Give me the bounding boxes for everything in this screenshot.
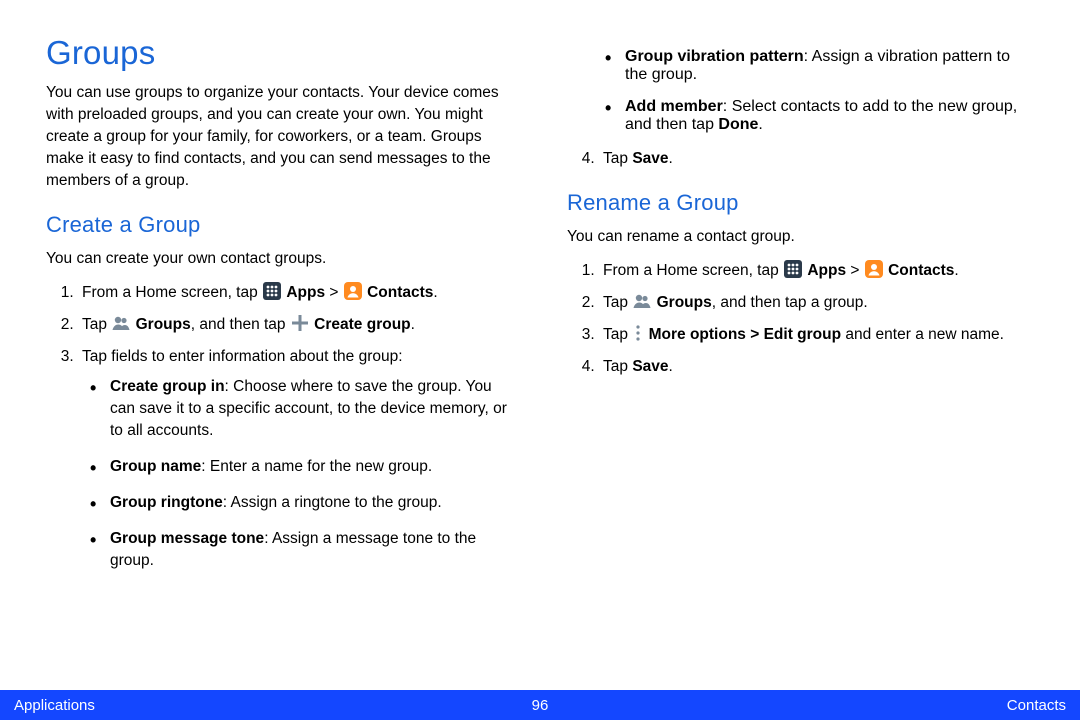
label: Group name — [110, 458, 201, 475]
save-label: Save — [632, 358, 668, 375]
create-bullets-continued: Group vibration pattern: Assign a vibrat… — [567, 48, 1034, 134]
text: Tap — [82, 316, 111, 333]
apps-icon — [784, 260, 802, 278]
groups-label: Groups — [657, 294, 712, 311]
apps-icon — [263, 282, 281, 300]
apps-label: Apps — [286, 284, 325, 301]
create-group-sub: You can create your own contact groups. — [46, 248, 513, 270]
text: Tap — [603, 326, 632, 343]
footer-right: Contacts — [1007, 697, 1066, 714]
groups-icon — [112, 314, 130, 332]
label: Group message tone — [110, 530, 264, 547]
footer-left: Applications — [14, 697, 95, 714]
rename-step-4: Tap Save. — [599, 356, 1034, 378]
contacts-icon — [344, 282, 362, 300]
right-column: Group vibration pattern: Assign a vibrat… — [567, 34, 1034, 586]
bullet-add-member: Add member: Select contacts to add to th… — [625, 98, 1034, 134]
create-group-label: Create group — [314, 316, 410, 333]
create-step-1: From a Home screen, tap Apps > Contacts. — [78, 282, 513, 304]
bullet-group-vibration: Group vibration pattern: Assign a vibrat… — [625, 48, 1034, 84]
rename-step-1: From a Home screen, tap Apps > Contacts. — [599, 260, 1034, 282]
text: Tap — [603, 150, 632, 167]
text: Tap fields to enter information about th… — [82, 348, 403, 365]
text: From a Home screen, tap — [82, 284, 262, 301]
create-group-heading: Create a Group — [46, 212, 513, 238]
text: . — [411, 316, 415, 333]
create-step-3: Tap fields to enter information about th… — [78, 346, 513, 572]
text: , and then tap — [191, 316, 290, 333]
text: Tap — [603, 358, 632, 375]
rename-step-2: Tap Groups, and then tap a group. — [599, 292, 1034, 314]
bullet-group-message-tone: Group message tone: Assign a message ton… — [110, 528, 513, 572]
bullet-group-ringtone: Group ringtone: Assign a ringtone to the… — [110, 492, 513, 514]
bullet-group-name: Group name: Enter a name for the new gro… — [110, 456, 513, 478]
footer-page-number: 96 — [532, 697, 549, 714]
text: . — [669, 150, 673, 167]
label: Create group in — [110, 378, 225, 395]
text: . — [758, 116, 762, 133]
apps-label: Apps — [807, 262, 846, 279]
intro-paragraph: You can use groups to organize your cont… — [46, 82, 513, 192]
rename-group-heading: Rename a Group — [567, 190, 1034, 216]
label: Group ringtone — [110, 494, 223, 511]
create-steps: From a Home screen, tap Apps > Contacts.… — [46, 282, 513, 572]
groups-icon — [633, 292, 651, 310]
rename-steps: From a Home screen, tap Apps > Contacts.… — [567, 260, 1034, 378]
text: : Assign a ringtone to the group. — [223, 494, 442, 511]
text: > — [325, 284, 343, 301]
label: Group vibration pattern — [625, 48, 804, 65]
text: and enter a new name. — [841, 326, 1004, 343]
create-step-4: Tap Save. — [599, 148, 1034, 170]
text: From a Home screen, tap — [603, 262, 783, 279]
footer-bar: Applications 96 Contacts — [0, 690, 1080, 720]
text: . — [433, 284, 437, 301]
create-step-2: Tap Groups, and then tap Create group. — [78, 314, 513, 336]
bullet-create-group-in: Create group in: Choose where to save th… — [110, 376, 513, 442]
groups-label: Groups — [136, 316, 191, 333]
done-label: Done — [718, 116, 758, 133]
more-options-label: More options > Edit group — [649, 326, 841, 343]
label: Add member — [625, 98, 723, 115]
left-column: Groups You can use groups to organize yo… — [46, 34, 513, 586]
more-options-icon — [633, 324, 643, 342]
text: > — [846, 262, 864, 279]
rename-step-3: Tap More options > Edit group and enter … — [599, 324, 1034, 346]
save-label: Save — [632, 150, 668, 167]
page-body: Groups You can use groups to organize yo… — [0, 0, 1080, 586]
contacts-label: Contacts — [888, 262, 954, 279]
plus-icon — [291, 314, 309, 332]
page-title: Groups — [46, 34, 513, 72]
create-bullets: Create group in: Choose where to save th… — [82, 376, 513, 572]
text: : Enter a name for the new group. — [201, 458, 432, 475]
rename-group-sub: You can rename a contact group. — [567, 226, 1034, 248]
create-steps-continued: Tap Save. — [567, 148, 1034, 170]
text: . — [954, 262, 958, 279]
text: . — [669, 358, 673, 375]
text: Tap — [603, 294, 632, 311]
contacts-label: Contacts — [367, 284, 433, 301]
contacts-icon — [865, 260, 883, 278]
text: , and then tap a group. — [712, 294, 868, 311]
